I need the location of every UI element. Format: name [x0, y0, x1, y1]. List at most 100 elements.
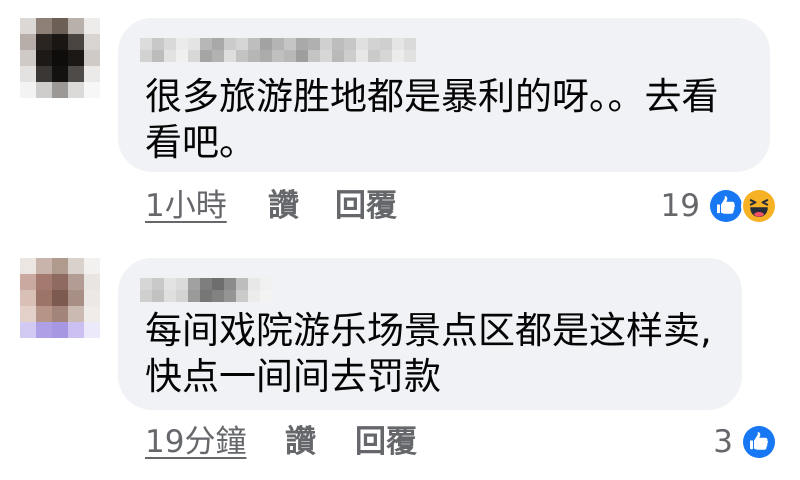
name-blur-pixel: [140, 290, 152, 302]
name-blur-pixel: [200, 278, 212, 290]
avatar-pixel: [36, 306, 52, 322]
reaction-count: 3: [713, 424, 733, 460]
name-blur-pixel: [140, 50, 152, 62]
reaction-count: 19: [660, 188, 700, 224]
comment-text-line: 快点一间间去罚款: [145, 355, 441, 398]
name-blur-pixel: [392, 38, 404, 50]
avatar-pixel: [84, 258, 100, 274]
avatar-pixel: [36, 34, 52, 50]
comment-text: 每间戏院游乐场景点区都是这样卖, 快点一间间去罚款: [145, 308, 712, 400]
name-blur-pixel: [320, 38, 332, 50]
like-button[interactable]: 讚: [285, 422, 316, 462]
name-blur-pixel: [368, 38, 380, 50]
avatar-pixel: [84, 66, 100, 82]
avatar-pixel: [68, 290, 84, 306]
like-button[interactable]: 讚: [268, 186, 299, 226]
reaction-summary[interactable]: 3: [713, 422, 776, 462]
avatar[interactable]: [20, 18, 100, 98]
name-blur-pixel: [284, 38, 296, 50]
like-icon: [741, 424, 776, 460]
name-blur-pixel: [320, 50, 332, 62]
name-blur-pixel: [188, 50, 200, 62]
avatar-pixel: [68, 66, 84, 82]
name-blur-pixel: [224, 278, 236, 290]
name-blur-pixel: [176, 290, 188, 302]
avatar-pixel: [20, 34, 36, 50]
haha-icon: [741, 188, 776, 224]
timestamp-link[interactable]: 1小時: [145, 186, 227, 226]
name-blur-pixel: [272, 50, 284, 62]
name-blur-pixel: [164, 278, 176, 290]
avatar-pixel: [20, 82, 36, 98]
avatar-pixel: [52, 18, 68, 34]
name-blur-pixel: [188, 290, 200, 302]
avatar-pixel: [20, 274, 36, 290]
timestamp-link[interactable]: 19分鐘: [145, 422, 246, 462]
avatar-pixel: [20, 66, 36, 82]
name-blur-pixel: [212, 38, 224, 50]
like-icon-graphic: [742, 426, 775, 458]
name-blur-pixel: [212, 290, 224, 302]
avatar-pixel: [68, 306, 84, 322]
avatar-pixel: [52, 290, 68, 306]
name-blur-pixel: [308, 38, 320, 50]
avatar-pixel: [84, 18, 100, 34]
name-blur-pixel: [308, 50, 320, 62]
name-blur-pixel: [236, 278, 248, 290]
name-blur-pixel: [260, 50, 272, 62]
avatar-pixel: [52, 66, 68, 82]
reply-button[interactable]: 回覆: [335, 186, 397, 226]
avatar-pixel: [84, 290, 100, 306]
avatar-pixel: [84, 306, 100, 322]
avatar-pixel: [68, 322, 84, 338]
avatar-pixel: [52, 258, 68, 274]
avatar-pixel: [84, 322, 100, 338]
name-blur-pixel: [368, 50, 380, 62]
name-blur-pixel: [176, 38, 188, 50]
name-blur-pixel: [248, 38, 260, 50]
avatar-pixel: [52, 274, 68, 290]
name-blur-pixel: [188, 278, 200, 290]
name-blur-pixel: [152, 278, 164, 290]
name-blur-pixel: [236, 50, 248, 62]
reply-button[interactable]: 回覆: [355, 422, 417, 462]
name-blur-pixel: [404, 38, 416, 50]
name-blur-pixel: [212, 50, 224, 62]
name-blur-pixel: [380, 38, 392, 50]
avatar[interactable]: [20, 258, 100, 338]
name-blur-pixel: [344, 38, 356, 50]
name-blur-pixel: [200, 290, 212, 302]
name-blur-pixel: [164, 38, 176, 50]
avatar-pixel: [20, 258, 36, 274]
name-blur-pixel: [248, 278, 260, 290]
name-blur-pixel: [296, 38, 308, 50]
avatar-pixel: [68, 34, 84, 50]
avatar-pixel: [84, 274, 100, 290]
avatar-pixel: [20, 322, 36, 338]
reaction-summary[interactable]: 19: [661, 186, 776, 226]
name-blur-pixel: [224, 290, 236, 302]
name-blur-pixel: [200, 50, 212, 62]
avatar-pixel: [84, 82, 100, 98]
name-blur-pixel: [392, 50, 404, 62]
name-blur-pixel: [224, 50, 236, 62]
name-blur-pixel: [260, 290, 272, 302]
avatar-pixel: [68, 82, 84, 98]
comment-actions: 1小時 讚 回覆 19: [0, 186, 800, 226]
commenter-name-blurred[interactable]: [140, 278, 272, 302]
name-blur-pixel: [152, 290, 164, 302]
name-blur-pixel: [332, 38, 344, 50]
name-blur-pixel: [140, 38, 152, 50]
commenter-name-blurred[interactable]: [140, 38, 416, 62]
avatar-pixel: [84, 50, 100, 66]
avatar-pixel: [52, 322, 68, 338]
name-blur-pixel: [164, 50, 176, 62]
like-icon-graphic: [709, 190, 742, 222]
name-blur-pixel: [296, 50, 308, 62]
comment-bubble: 很多旅游胜地都是暴利的呀。。去看 看吧。: [118, 18, 770, 172]
name-blur-pixel: [356, 38, 368, 50]
avatar-pixel: [36, 50, 52, 66]
comment: 很多旅游胜地都是暴利的呀。。去看 看吧。 1小時 讚 回覆 19: [0, 0, 800, 240]
comment-text-line: 很多旅游胜地都是暴利的呀。。去看: [145, 75, 719, 118]
avatar-pixel: [36, 322, 52, 338]
